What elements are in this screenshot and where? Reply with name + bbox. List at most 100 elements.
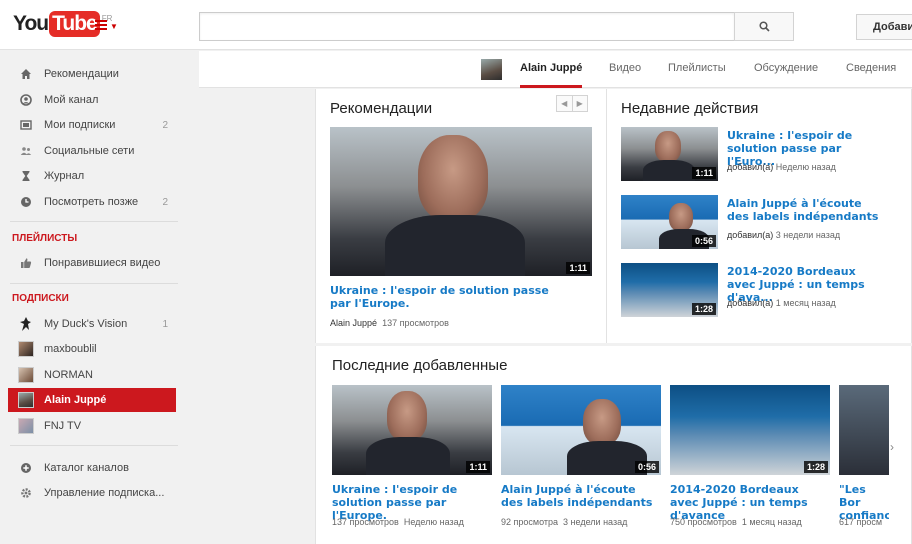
video-meta: Alain Juppé 137 просмотров [330,318,449,328]
channel-avatar [18,367,34,383]
search-input[interactable] [199,12,735,41]
video-views: 137 просмотров [382,318,449,328]
video-thumbnail[interactable]: 0:56 [501,385,661,475]
video-title-link[interactable]: Alain Juppé à l'écoute des labels indépe… [727,197,887,223]
video-duration: 1:28 [691,303,716,315]
sidebar-item-label: Рекомендации [44,68,119,80]
sidebar-item-label: Alain Juppé [44,394,107,406]
sidebar-item-recommendations[interactable]: Рекомендации [0,62,198,86]
sidebar-item-label: Посмотреть позже [44,196,139,208]
channel-avatar [18,392,34,408]
panel-divider [606,89,607,343]
latest-uploads-title: Последние добавленные [332,357,508,374]
video-thumbnail[interactable] [839,385,889,475]
logo-tube-text: Tube [49,11,100,37]
clock-icon [18,194,34,210]
recent-activity-title: Недавние действия [621,100,759,117]
chevron-down-icon: ▼ [110,22,118,31]
video-thumbnail[interactable]: 1:28 [621,263,718,317]
video-title-link[interactable]: Ukraine : l'espoir de solution passe par… [330,284,570,310]
sidebar-divider [10,445,178,446]
video-duration: 1:11 [692,167,716,179]
sidebar-item-label: Мой канал [44,94,99,106]
sidebar-item-maxboublil[interactable]: maxboublil [0,337,198,361]
subscriptions-section-title[interactable]: ПОДПИСКИ [12,293,69,304]
sidebar-item-label: FNJ TV [44,420,82,432]
chevron-right-icon[interactable]: ▶ [571,96,588,111]
video-meta: 137 просмотров Неделю назад [332,517,464,527]
sidebar-item-my-channel[interactable]: Мой канал [0,88,198,112]
sidebar-item-manage-subscriptions[interactable]: Управление подписка... [0,481,198,505]
search-icon [758,21,770,32]
tab-playlists[interactable]: Плейлисты [668,51,726,88]
sidebar-item-label: Мои подписки [44,119,116,131]
guide-menu-button[interactable]: ▼ [95,20,125,34]
upload-button[interactable]: Добавить [856,14,912,40]
playlists-section-title[interactable]: ПЛЕЙЛИСТЫ [12,233,77,244]
sidebar-item-label: Социальные сети [44,145,135,157]
video-duration: 0:56 [691,235,716,247]
sidebar-item-subscriptions[interactable]: Мои подписки 2 [0,113,198,137]
tab-discussion[interactable]: Обсуждение [754,51,818,88]
sidebar-item-alain-juppe[interactable]: Alain Juppé [8,388,176,412]
sidebar-item-label: My Duck's Vision [44,318,128,330]
video-meta: 750 просмотров 1 месяц назад [670,517,802,527]
sidebar-item-liked-videos[interactable]: Понравившиеся видео [0,251,198,275]
video-title-link[interactable]: Alain Juppé à l'écoute des labels indépe… [501,483,661,509]
subscription-count: 1 [162,318,168,330]
sidebar-item-label: Понравившиеся видео [44,257,161,269]
sidebar-item-norman[interactable]: NORMAN [0,363,198,387]
channel-avatar [18,316,34,332]
chevron-left-icon[interactable]: ◀ [557,96,572,111]
video-meta: 92 просмотра 3 недели назад [501,517,628,527]
video-thumbnail[interactable]: 1:11 [621,127,718,181]
video-author-link[interactable]: Alain Juppé [330,318,377,328]
video-duration: 1:11 [566,262,590,274]
menu-icon [95,20,107,32]
tab-channel-home[interactable]: Alain Juppé [520,51,583,88]
sidebar-item-label: Журнал [44,170,85,182]
video-meta: 617 просм [839,517,883,527]
sidebar-item-channel-catalog[interactable]: Каталог каналов [0,456,198,480]
sidebar-item-label: Каталог каналов [44,462,129,474]
activity-meta: добавил(а) Неделю назад [727,162,836,172]
masthead: You Tube FR ▼ Добавить [0,0,912,50]
sidebar-item-label: Управление подписка... [44,487,165,499]
sidebar-item-social[interactable]: Социальные сети [0,139,198,163]
channel-avatar [18,418,34,434]
sidebar-item-history[interactable]: Журнал [0,164,198,188]
recommendations-pager[interactable]: ◀ ▶ [556,95,588,112]
video-thumbnail[interactable]: 1:11 [332,385,492,475]
video-duration: 0:56 [634,461,659,473]
video-thumbnail[interactable]: 1:11 [330,127,592,276]
gear-icon [18,485,34,501]
sidebar-item-label: NORMAN [44,369,93,381]
watch-later-count: 2 [162,196,168,208]
tab-videos[interactable]: Видео [609,51,641,88]
add-circle-icon [18,460,34,476]
activity-meta: добавил(а) 3 недели назад [727,230,841,240]
featured-panel: Рекомендации ◀ ▶ 1:11 Ukraine : l'espoir… [315,89,912,343]
guide-sidebar: Рекомендации Мой канал Мои подписки 2 Со… [0,51,198,544]
sidebar-divider [10,283,178,284]
logo-you-text: You [13,12,49,35]
channel-header: Alain Juppé Видео Плейлисты Обсуждение С… [199,51,912,88]
latest-uploads-panel: Последние добавленные 1:11 Ukraine : l'e… [315,346,912,544]
channel-avatar [18,341,34,357]
subscriptions-count: 2 [162,119,168,131]
user-icon [18,92,34,108]
search-button[interactable] [734,12,794,41]
sidebar-item-fnj-tv[interactable]: FNJ TV [0,414,198,438]
sidebar-item-watch-later[interactable]: Посмотреть позже 2 [0,190,198,214]
sidebar-item-my-ducks-vision[interactable]: My Duck's Vision 1 [0,312,198,336]
subscriptions-icon [18,117,34,133]
chevron-right-icon[interactable]: › [890,440,894,454]
video-duration: 1:28 [803,461,828,473]
sidebar-item-label: maxboublil [44,343,97,355]
recommendations-title: Рекомендации [330,100,433,117]
activity-meta: добавил(а) 1 месяц назад [727,298,836,308]
tab-about[interactable]: Сведения [846,51,896,88]
video-thumbnail[interactable]: 1:28 [670,385,830,475]
channel-avatar[interactable] [481,59,502,80]
video-thumbnail[interactable]: 0:56 [621,195,718,249]
